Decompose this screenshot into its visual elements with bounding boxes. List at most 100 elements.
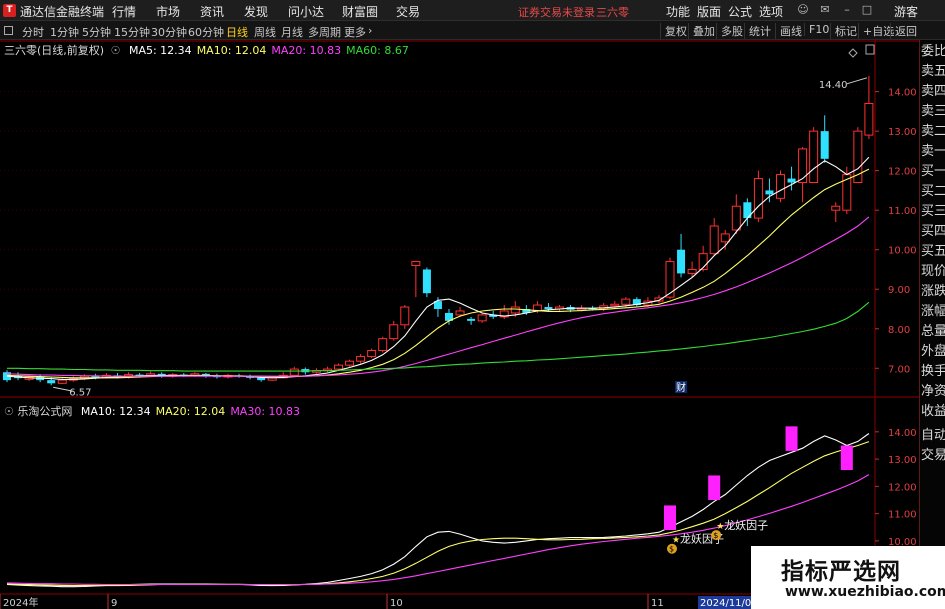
candle-body	[378, 338, 388, 351]
candle-68[interactable]	[753, 170, 763, 223]
overlay-button[interactable]: 叠加	[688, 23, 719, 39]
indicator-title: 乐淘公式网	[17, 405, 73, 418]
multi-stock-button[interactable]: 多股	[716, 23, 747, 39]
period-60min[interactable]: 60分钟	[188, 24, 224, 40]
menu-discover[interactable]: 发现	[244, 3, 268, 20]
star-icon-1: ★	[716, 522, 724, 532]
sub-line-MA10	[6, 433, 870, 588]
minimize-icon[interactable]: –	[840, 3, 854, 17]
f10-button[interactable]: F10	[804, 23, 833, 36]
sidebar-item-9[interactable]: 买四	[920, 222, 945, 241]
sidebar-item-13[interactable]: 涨幅	[920, 302, 945, 321]
menu-wealth-circle[interactable]: 财富圈	[342, 3, 378, 20]
candle-50[interactable]	[555, 305, 564, 311]
candle-64[interactable]	[709, 218, 719, 256]
main-line-MA5	[6, 156, 870, 380]
back-button[interactable]: 返回	[890, 23, 921, 39]
sidebar-item-10[interactable]: 买五	[920, 242, 945, 261]
candle-34[interactable]	[378, 336, 388, 353]
message-icon[interactable]: ✉	[818, 3, 832, 17]
menu-market[interactable]: 市场	[156, 3, 180, 20]
candle-36[interactable]	[400, 305, 410, 329]
sidebar-item-11[interactable]: 现价	[920, 262, 945, 281]
candle-37[interactable]	[411, 260, 421, 298]
period-multi[interactable]: 多周期	[308, 24, 341, 40]
candle-75[interactable]	[831, 202, 841, 223]
menu-layout[interactable]: 版面	[697, 3, 721, 20]
kline-chart[interactable]: 14.00 13.00 12.00 11.00 10.00 9.00 8.00 7.00 14.…	[0, 40, 919, 609]
sidebar-item-7[interactable]: 买二	[920, 182, 945, 201]
candle-body	[367, 350, 377, 357]
candle-73[interactable]	[809, 127, 819, 184]
sidebar-item-0[interactable]: 委比	[920, 42, 945, 61]
sidebar-item-19[interactable]: 自动	[920, 426, 945, 445]
user-icon[interactable]: ☺	[796, 3, 810, 17]
adjust-button[interactable]: 复权	[660, 23, 691, 39]
menu-market-quotes[interactable]: 行情	[112, 3, 136, 20]
candle-65[interactable]	[720, 229, 730, 250]
sidebar-item-6[interactable]: 买一	[920, 162, 945, 181]
candle-42[interactable]	[467, 316, 476, 325]
candle-55[interactable]	[610, 301, 620, 309]
mark-button[interactable]: 标记	[830, 23, 861, 39]
indicator-collapse-icon[interactable]: ☉	[4, 405, 14, 418]
period-daily[interactable]: 日线	[226, 24, 248, 40]
period-monthly[interactable]: 月线	[281, 24, 303, 40]
candle-33[interactable]	[367, 348, 377, 359]
maximize-icon[interactable]: □	[860, 3, 874, 17]
candle-32[interactable]	[356, 354, 366, 364]
sidebar-item-20[interactable]: 交易	[920, 446, 945, 465]
candle-body	[389, 324, 399, 340]
menu-formula[interactable]: 公式	[728, 3, 752, 20]
candle-61[interactable]	[677, 233, 686, 278]
chevron-right-icon[interactable]: ›	[368, 24, 372, 37]
candle-57[interactable]	[632, 297, 641, 308]
menu-trade[interactable]: 交易	[396, 3, 420, 20]
collapse-icon[interactable]: ☉	[111, 44, 121, 57]
sidebar-item-4[interactable]: 卖二	[920, 122, 945, 141]
menu-news[interactable]: 资讯	[200, 3, 224, 20]
sidebar-item-8[interactable]: 买三	[920, 202, 945, 221]
period-1min[interactable]: 1分钟	[50, 24, 79, 40]
sidebar-item-16[interactable]: 换手	[920, 362, 945, 381]
candle-43[interactable]	[477, 312, 487, 323]
sidebar-item-12[interactable]: 涨跌	[920, 282, 945, 301]
candle-72[interactable]	[798, 146, 808, 203]
guest-label[interactable]: 游客	[894, 3, 918, 20]
statistics-button[interactable]: 统计	[744, 23, 775, 39]
sidebar-item-18[interactable]: 收益	[920, 402, 945, 421]
candle-74[interactable]	[820, 115, 829, 163]
stock-title: 三六零(日线,前复权)	[4, 44, 105, 57]
period-more[interactable]: 更多	[344, 24, 366, 40]
candle-29[interactable]	[322, 366, 332, 373]
draw-line-button[interactable]: 画线	[775, 23, 806, 39]
period-15min[interactable]: 15分钟	[114, 24, 150, 40]
sidebar-item-14[interactable]: 总量	[920, 322, 945, 341]
sidebar-item-17[interactable]: 净资	[920, 382, 945, 401]
period-intraday[interactable]: 分时	[22, 24, 44, 40]
menu-options[interactable]: 选项	[759, 3, 783, 20]
sidebar-item-1[interactable]: 卖五	[920, 62, 945, 81]
sidebar-item-15[interactable]: 外盘	[920, 342, 945, 361]
sidebar-item-3[interactable]: 卖三	[920, 102, 945, 121]
app-logo: T	[3, 4, 16, 17]
candle-35[interactable]	[389, 320, 399, 341]
diamond-icon	[848, 48, 858, 58]
menu-ask-xiaoda[interactable]: 问小达	[288, 3, 324, 20]
menu-function[interactable]: 功能	[666, 3, 690, 20]
period-5min[interactable]: 5分钟	[82, 24, 111, 40]
candle-78[interactable]	[864, 75, 874, 140]
login-status[interactable]: 证券交易未登录	[518, 4, 595, 20]
sidebar-item-2[interactable]: 卖四	[920, 82, 945, 101]
candle-31[interactable]	[345, 359, 355, 367]
candle-38[interactable]	[422, 267, 431, 298]
candle-76[interactable]	[842, 166, 852, 215]
candle-45[interactable]	[499, 305, 509, 319]
candle-body	[400, 306, 410, 326]
toolbar-grid-icon[interactable]	[4, 26, 13, 35]
sidebar-item-5[interactable]: 卖一	[920, 142, 945, 161]
period-30min[interactable]: 30分钟	[151, 24, 187, 40]
candle-70[interactable]	[776, 170, 785, 203]
signal-bar-3	[840, 445, 853, 470]
period-weekly[interactable]: 周线	[254, 24, 276, 40]
